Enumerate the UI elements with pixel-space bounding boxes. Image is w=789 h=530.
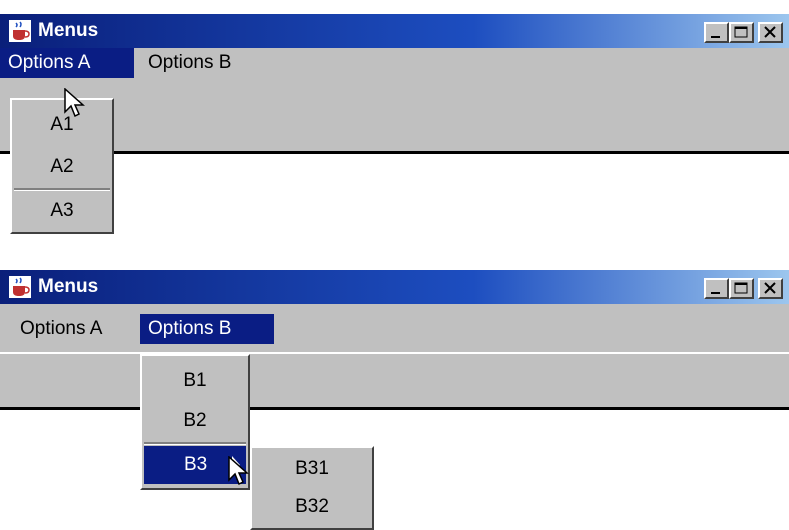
window-top: Menus Options A Options B A1 A2 A3: [0, 14, 789, 234]
toolbar-area: [0, 98, 789, 154]
minimize-button[interactable]: [704, 22, 729, 43]
close-button[interactable]: [758, 278, 783, 299]
mouse-pointer-icon: [228, 456, 249, 486]
maximize-button[interactable]: [729, 22, 754, 43]
menu-item-b2[interactable]: B2: [144, 402, 246, 440]
minimize-icon: [711, 292, 720, 294]
menu-item-b1[interactable]: B1: [144, 362, 246, 400]
title-bar[interactable]: Menus: [0, 270, 789, 304]
java-cup-icon: [9, 20, 31, 42]
popup-menu-a: A1 A2 A3: [10, 98, 114, 234]
menu-separator: [144, 442, 246, 445]
menu-options-a[interactable]: Options A: [0, 48, 134, 78]
menu-options-b[interactable]: Options B: [140, 314, 274, 344]
menu-item-a1[interactable]: A1: [14, 106, 110, 144]
menu-item-b32[interactable]: B32: [254, 488, 370, 526]
mouse-pointer-icon: [64, 88, 85, 118]
close-button[interactable]: [758, 22, 783, 43]
menu-bar: [0, 304, 789, 352]
title-bar[interactable]: Menus: [0, 14, 789, 48]
minimize-icon: [711, 36, 720, 38]
close-icon: [764, 282, 776, 294]
menu-item-a3[interactable]: A3: [14, 192, 110, 230]
java-cup-icon: [9, 276, 31, 298]
window-title: Menus: [38, 276, 99, 297]
menu-options-b[interactable]: Options B: [140, 48, 239, 78]
submenu-b3: B31 B32: [250, 446, 374, 530]
menu-item-b31[interactable]: B31: [254, 450, 370, 488]
maximize-icon: [734, 26, 748, 38]
menu-options-a[interactable]: Options A: [12, 314, 110, 344]
toolbar-area: [0, 354, 789, 410]
close-icon: [764, 26, 776, 38]
menu-item-a2[interactable]: A2: [14, 148, 110, 186]
minimize-button[interactable]: [704, 278, 729, 299]
menu-separator: [14, 188, 110, 191]
window-bottom: Menus Options A Options B B1 B2 B3 B31 B…: [0, 270, 789, 530]
window-title: Menus: [38, 20, 99, 41]
maximize-button[interactable]: [729, 278, 754, 299]
maximize-icon: [734, 282, 748, 294]
